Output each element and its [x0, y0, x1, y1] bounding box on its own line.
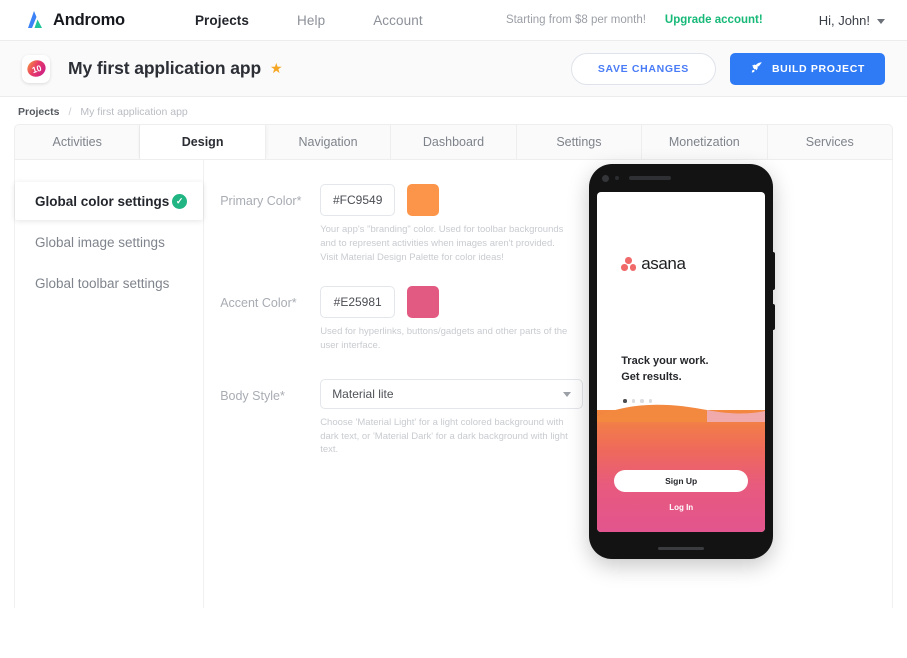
- primary-color-row: Primary Color* Your app's "branding" col…: [220, 184, 583, 264]
- phone-frame: asana Track your work. Get results. Sign…: [589, 164, 776, 559]
- brand-name: Andromo: [53, 10, 125, 29]
- phone-screen: asana Track your work. Get results. Sign…: [597, 192, 766, 532]
- tab-monetization[interactable]: Monetization: [642, 125, 768, 159]
- page-title: My first application app: [68, 58, 262, 78]
- body-style-label: Body Style*: [220, 388, 285, 403]
- top-navigation-bar: Andromo Projects Help Account Starting f…: [0, 0, 907, 41]
- wave-divider-icon: [597, 404, 766, 422]
- accent-color-input[interactable]: [320, 286, 396, 319]
- breadcrumb-separator: /: [68, 106, 72, 118]
- body-style-select-wrapper: Material lite: [320, 378, 584, 409]
- save-changes-button[interactable]: SAVE CHANGES: [570, 52, 716, 85]
- body-style-row: Body Style* Material lite Choose 'Materi…: [220, 378, 584, 457]
- nav-link-help[interactable]: Help: [273, 13, 349, 28]
- primary-color-input[interactable]: [320, 184, 396, 216]
- speaker-grill: [629, 176, 672, 180]
- tab-activities[interactable]: Activities: [15, 125, 141, 159]
- favorite-star-icon[interactable]: ★: [270, 60, 283, 77]
- home-indicator: [658, 547, 705, 550]
- build-project-button[interactable]: BUILD PROJECT: [729, 52, 885, 85]
- nav-link-account[interactable]: Account: [349, 13, 446, 28]
- chevron-down-icon: [563, 391, 572, 397]
- project-actions: SAVE CHANGES BUILD PROJECT: [570, 52, 885, 85]
- phone-top-bezel: [589, 164, 773, 192]
- accent-color-swatch[interactable]: [407, 286, 440, 319]
- check-icon: ✓: [172, 193, 188, 209]
- breadcrumb-projects-link[interactable]: Projects: [18, 106, 59, 118]
- brand-logo-group[interactable]: Andromo: [22, 9, 125, 31]
- preview-gradient-panel: Sign Up Log In: [597, 404, 766, 532]
- body-style-help: Choose 'Material Light' for a light colo…: [320, 416, 568, 456]
- phone-volume-button: [772, 304, 776, 330]
- app-icon[interactable]: 10: [22, 54, 50, 83]
- nav-right-group: Starting from $8 per month! Upgrade acco…: [506, 13, 885, 28]
- sidebar-item-label: Global image settings: [35, 234, 165, 250]
- sidebar-item-global-toolbar-settings[interactable]: Global toolbar settings: [15, 264, 203, 302]
- camera-icon: [602, 174, 610, 182]
- nav-link-projects[interactable]: Projects: [171, 13, 273, 28]
- phone-power-button: [772, 252, 776, 290]
- app-logo-text: asana: [641, 254, 686, 273]
- sidebar-item-label: Global color settings: [35, 193, 170, 209]
- body-style-select[interactable]: Material lite: [320, 378, 584, 409]
- asana-dots-icon: [621, 257, 637, 271]
- tab-services[interactable]: Services: [768, 125, 892, 159]
- sensor-icon: [615, 176, 620, 180]
- accent-color-label: Accent Color*: [220, 296, 297, 311]
- breadcrumb-current: My first application app: [80, 106, 188, 118]
- settings-sidebar: Global color settings ✓ Global image set…: [15, 160, 205, 608]
- primary-color-swatch[interactable]: [407, 184, 440, 216]
- tab-dashboard[interactable]: Dashboard: [391, 125, 517, 159]
- app-logo: asana: [621, 254, 765, 274]
- primary-nav-links: Projects Help Account: [171, 13, 447, 28]
- tab-design[interactable]: Design: [140, 125, 266, 159]
- tab-navigation[interactable]: Navigation: [266, 125, 392, 159]
- global-color-settings-form: Primary Color* Your app's "branding" col…: [204, 160, 584, 608]
- promo-text: Starting from $8 per month!: [505, 14, 646, 26]
- build-project-label: BUILD PROJECT: [771, 62, 865, 75]
- sidebar-item-global-image-settings[interactable]: Global image settings: [15, 223, 203, 261]
- sidebar-item-label: Global toolbar settings: [35, 275, 170, 291]
- tagline-line-2: Get results.: [621, 370, 682, 383]
- preview-tagline: Track your work. Get results.: [621, 354, 765, 385]
- rocket-icon: [750, 61, 763, 77]
- primary-color-help: Your app's "branding" color. Used for to…: [320, 224, 564, 263]
- section-tab-bar: Activities Design Navigation Dashboard S…: [14, 124, 893, 160]
- tagline-line-1: Track your work.: [621, 355, 709, 367]
- chevron-down-icon: [877, 18, 885, 24]
- accent-color-row: Accent Color* Used for hyperlinks, butto…: [220, 286, 583, 353]
- upgrade-account-link[interactable]: Upgrade account!: [665, 14, 763, 26]
- andromo-logo-icon: [22, 9, 44, 31]
- design-panel: Global color settings ✓ Global image set…: [14, 160, 893, 608]
- breadcrumb: Projects / My first application app: [0, 97, 907, 124]
- sidebar-item-global-color-settings[interactable]: Global color settings ✓: [15, 182, 204, 220]
- primary-color-label: Primary Color*: [220, 194, 302, 208]
- project-header-bar: 10 My first application app ★ SAVE CHANG…: [0, 41, 907, 97]
- log-in-link[interactable]: Log In: [597, 503, 765, 512]
- tab-settings[interactable]: Settings: [517, 125, 643, 159]
- sign-up-button[interactable]: Sign Up: [614, 470, 749, 492]
- device-preview: asana Track your work. Get results. Sign…: [583, 160, 892, 608]
- accent-color-help: Used for hyperlinks, buttons/gadgets and…: [320, 326, 568, 352]
- user-greeting: Hi, John!: [818, 12, 870, 28]
- user-menu[interactable]: Hi, John!: [819, 13, 885, 28]
